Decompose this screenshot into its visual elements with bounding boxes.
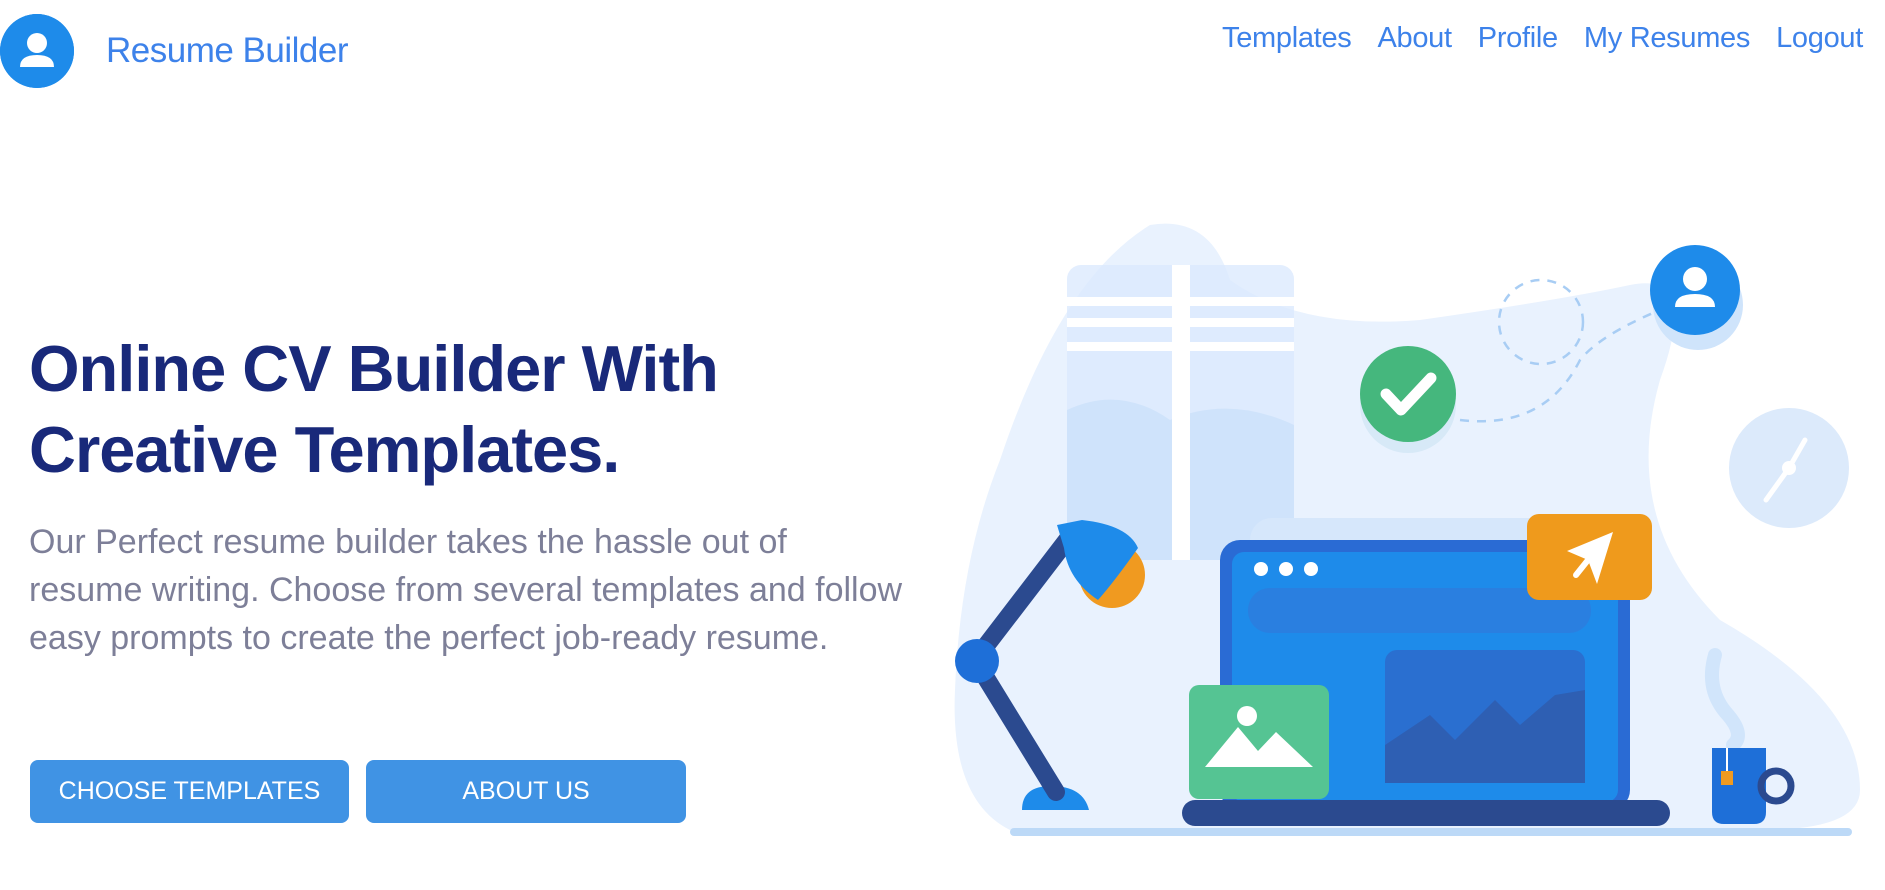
user-avatar-icon <box>0 14 74 88</box>
choose-templates-button[interactable]: CHOOSE TEMPLATES <box>30 760 349 823</box>
about-us-button[interactable]: ABOUT US <box>366 760 686 823</box>
image-card-icon <box>1189 685 1329 799</box>
nav-my-resumes-link[interactable]: My Resumes <box>1584 22 1751 55</box>
window-graphic <box>1067 265 1294 560</box>
hero-title-line-1: Online CV Builder With <box>29 332 719 405</box>
profile-badge-icon <box>1650 245 1743 350</box>
brand-link[interactable]: Resume Builder <box>0 14 349 88</box>
brand-name: Resume Builder <box>106 31 349 70</box>
paper-plane-icon <box>1527 514 1652 600</box>
nav-about-link[interactable]: About <box>1377 22 1452 55</box>
workspace-illustration <box>954 223 1860 836</box>
nav-templates-link[interactable]: Templates <box>1222 22 1352 55</box>
navbar: Resume Builder Templates About Profile M… <box>0 0 1885 100</box>
check-badge-icon <box>1360 346 1456 453</box>
nav-logout-link[interactable]: Logout <box>1776 22 1863 55</box>
nav-profile-link[interactable]: Profile <box>1478 22 1558 55</box>
clock-icon <box>1729 408 1849 528</box>
main-nav: Templates About Profile My Resumes Logou… <box>1222 22 1863 55</box>
hero-illustration <box>950 215 1870 845</box>
hero-title: Online CV Builder With Creative Template… <box>29 328 829 490</box>
hero-description: Our Perfect resume builder takes the has… <box>29 523 903 657</box>
hero-title-line-2: Creative Templates. <box>29 413 620 486</box>
